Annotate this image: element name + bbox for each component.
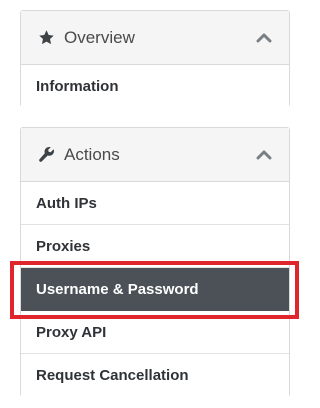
star-icon [37,29,55,47]
sidebar-item-username-password[interactable]: Username & Password [21,268,289,311]
chevron-up-icon[interactable] [255,149,273,161]
sidebar-item-label: Information [36,78,119,95]
actions-panel: Actions Auth IPs Proxies Username & Pass… [20,127,290,397]
sidebar-item-label: Proxy API [36,323,107,341]
overview-panel-header[interactable]: Overview [21,11,289,65]
sidebar-item-label: Auth IPs [36,194,97,212]
wrench-icon [37,146,55,164]
sidebar-item-information[interactable]: Information [21,65,289,108]
sidebar-item-label: Request Cancellation [36,367,189,384]
sidebar-item-auth-ips[interactable]: Auth IPs [21,182,289,225]
sidebar-item-request-cancellation[interactable]: Request Cancellation [21,354,289,397]
sidebar-item-label: Username & Password [36,280,199,298]
sidebar-item-label: Proxies [36,237,91,255]
actions-title: Actions [64,145,120,164]
sidebar-item-proxy-api[interactable]: Proxy API [21,311,289,354]
chevron-up-icon[interactable] [255,32,273,44]
overview-title: Overview [64,28,135,47]
sidebar-item-proxies[interactable]: Proxies [21,225,289,268]
overview-panel: Overview Information [20,10,290,108]
actions-panel-header[interactable]: Actions [21,128,289,182]
